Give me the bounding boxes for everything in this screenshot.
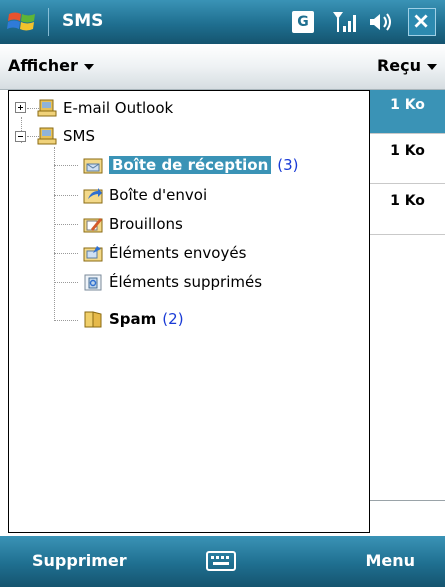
tree-item-drafts[interactable]: Brouillons xyxy=(83,212,183,236)
message-size[interactable]: 1 Ko xyxy=(370,134,445,184)
tree-item-sent[interactable]: Éléments envoyés xyxy=(83,241,246,265)
tree-line xyxy=(54,253,78,254)
title-separator xyxy=(48,8,49,36)
chevron-down-icon xyxy=(83,63,94,70)
softkey-bar: Supprimer Menu xyxy=(0,536,445,587)
folder-icon xyxy=(84,311,102,328)
view-menu-label: Afficher xyxy=(8,56,78,75)
sort-menu-label: Reçu xyxy=(376,56,421,75)
unread-count: (2) xyxy=(162,310,184,328)
tree-line xyxy=(54,320,78,321)
close-icon xyxy=(414,14,428,28)
folder-tree[interactable]: E-mail Outlook SMS Boîte de réception (3… xyxy=(8,90,370,533)
tree-line xyxy=(54,195,78,196)
tree-item-label: Brouillons xyxy=(109,215,183,233)
unread-count: (3) xyxy=(277,156,299,174)
tree-line xyxy=(54,147,55,321)
tree-item-inbox[interactable]: Boîte de réception (3) xyxy=(83,153,299,177)
tree-item-label: Boîte de réception xyxy=(109,156,272,174)
tree-item-label: E-mail Outlook xyxy=(63,99,174,117)
tree-item-email-outlook[interactable]: E-mail Outlook xyxy=(37,96,173,120)
chevron-down-icon xyxy=(427,63,437,70)
menu-softkey[interactable]: Menu xyxy=(365,551,415,570)
sent-items-icon xyxy=(83,246,103,262)
tree-item-deleted[interactable]: Éléments supprimés xyxy=(83,270,262,294)
inbox-icon xyxy=(83,158,103,174)
network-type-badge[interactable]: G xyxy=(292,11,314,33)
message-size-column: 1 Ko 1 Ko 1 Ko xyxy=(370,90,445,536)
column-divider xyxy=(370,500,445,501)
expand-toggle-outlook[interactable] xyxy=(15,102,26,113)
content-area: E-mail Outlook SMS Boîte de réception (3… xyxy=(0,90,445,536)
account-folder-icon xyxy=(37,99,57,117)
tree-item-label: Éléments supprimés xyxy=(109,273,263,291)
tree-item-outbox[interactable]: Boîte d'envoi xyxy=(83,183,207,207)
tree-item-label: Éléments envoyés xyxy=(109,244,247,262)
volume-icon[interactable] xyxy=(368,9,394,35)
drafts-icon xyxy=(83,218,103,233)
tree-item-label: SMS xyxy=(63,127,95,145)
tree-line xyxy=(54,224,78,225)
tree-item-sms[interactable]: SMS xyxy=(37,124,95,148)
tree-line xyxy=(54,165,78,166)
sort-menu[interactable]: Reçu xyxy=(377,56,437,75)
delete-softkey[interactable]: Supprimer xyxy=(32,551,127,570)
windows-start-icon[interactable] xyxy=(6,6,38,38)
view-menu[interactable]: Afficher xyxy=(8,56,94,75)
recycle-bin-icon xyxy=(84,274,102,291)
signal-strength-icon[interactable] xyxy=(330,8,358,36)
collapse-toggle-sms[interactable] xyxy=(15,131,26,142)
tree-item-label: Boîte d'envoi xyxy=(109,186,208,204)
menu-bar: Afficher Reçu xyxy=(0,44,445,90)
tree-item-spam[interactable]: Spam (2) xyxy=(83,307,184,331)
outbox-icon xyxy=(83,188,103,204)
account-folder-icon xyxy=(37,127,57,145)
tree-item-label: Spam xyxy=(109,310,157,328)
close-button[interactable] xyxy=(408,8,436,36)
message-size[interactable]: 1 Ko xyxy=(370,90,445,134)
tree-line xyxy=(54,282,78,283)
message-size[interactable]: 1 Ko xyxy=(370,184,445,235)
app-title: SMS xyxy=(62,11,104,31)
keyboard-icon[interactable] xyxy=(206,550,236,572)
title-bar: SMS G xyxy=(0,0,445,44)
